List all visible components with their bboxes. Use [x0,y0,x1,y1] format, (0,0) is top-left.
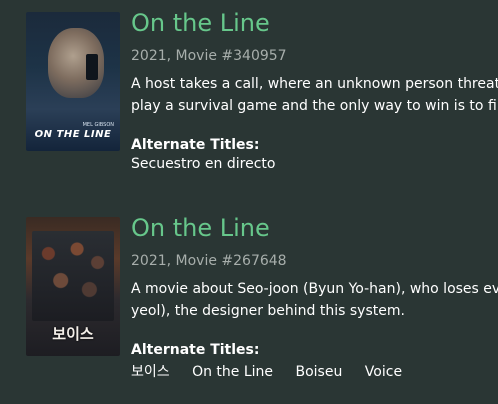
result-title[interactable]: On the Line [131,214,270,242]
result-description: A movie about Seo-joon (Byun Yo-han), wh… [131,278,498,322]
description-line: play a survival game and the only way to… [131,98,498,114]
result-description: A host takes a call, where an unknown pe… [131,73,498,117]
poster-title-text: 보이스 [52,325,94,343]
poster-crowd [32,231,114,321]
alternate-titles-list: Secuestro en directo [131,156,293,172]
alternate-title[interactable]: On the Line [192,364,273,380]
result-meta: 2021, Movie #340957 [131,48,287,64]
poster-actor-text: MEL GIBSON [82,122,114,128]
alternate-title[interactable]: Voice [365,364,402,380]
description-line: A host takes a call, where an unknown pe… [131,76,498,92]
result-title[interactable]: On the Line [131,9,270,37]
result-meta: 2021, Movie #267648 [131,253,287,269]
description-line: yeol), the designer behind this system. [131,303,405,319]
movie-poster[interactable]: 보이스 [26,217,120,356]
poster-title-text: ON THE LINE [34,129,112,140]
alternate-titles-list: 보이스 On the Line Boiseu Voice [131,361,420,381]
alternate-title[interactable]: 보이스 [131,364,170,380]
poster-phone [86,54,98,80]
movie-poster[interactable]: MEL GIBSON ON THE LINE [26,12,120,151]
alternate-titles-heading: Alternate Titles: [131,342,260,358]
alternate-title[interactable]: Boiseu [296,364,343,380]
description-line: A movie about Seo-joon (Byun Yo-han), wh… [131,281,498,297]
alternate-title[interactable]: Secuestro en directo [131,156,275,172]
alternate-titles-heading: Alternate Titles: [131,137,260,153]
